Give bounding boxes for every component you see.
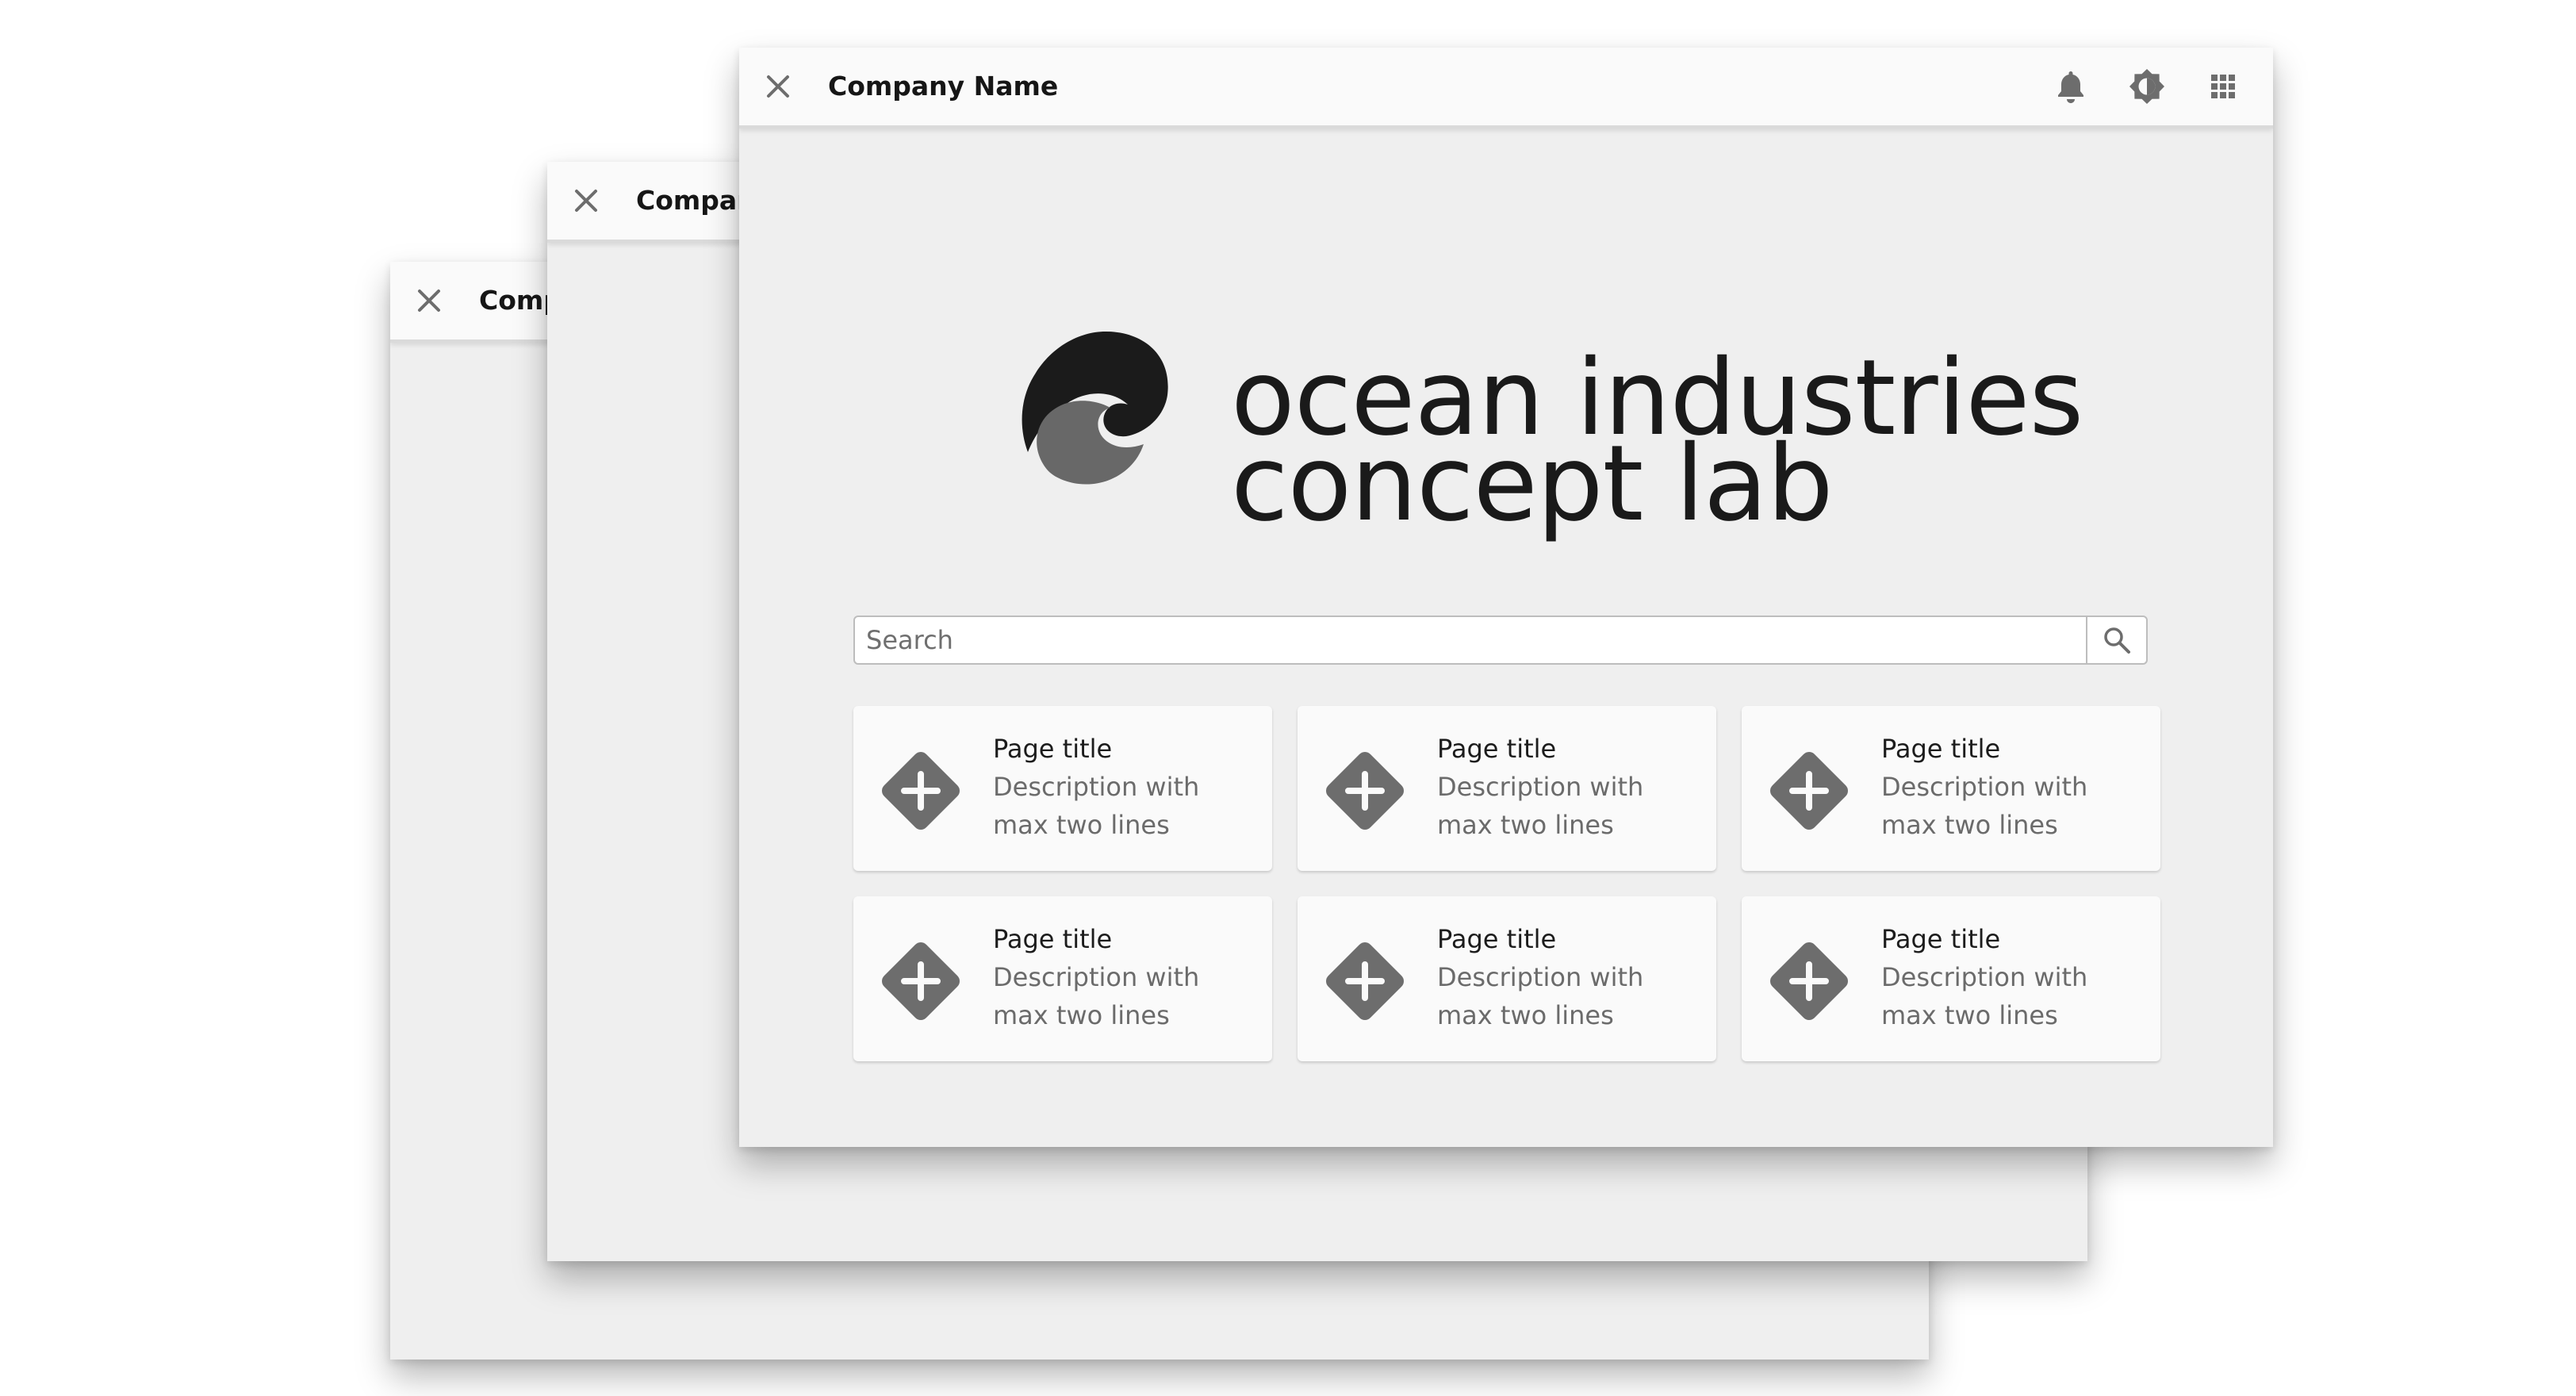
wave-logo-icon — [1017, 317, 1175, 492]
add-diamond-icon — [1323, 939, 1407, 1023]
close-button[interactable] — [411, 282, 447, 319]
brand-name: ocean industries concept lab — [1231, 346, 2083, 536]
add-diamond-icon — [1323, 749, 1407, 833]
add-diamond-icon — [879, 939, 963, 1023]
close-icon — [418, 290, 440, 312]
close-button[interactable] — [568, 182, 604, 219]
titlebar: Company Name — [739, 48, 2273, 128]
tile-description: Description with max two lines — [993, 772, 1200, 840]
apps-grid-icon — [2211, 75, 2235, 98]
apps-menu-button[interactable] — [2203, 67, 2243, 106]
notifications-button[interactable] — [2051, 67, 2091, 106]
tile-title: Page title — [993, 734, 1113, 764]
add-diamond-icon — [1767, 939, 1851, 1023]
tile-title: Page title — [1881, 924, 2001, 954]
search-icon — [2104, 627, 2130, 654]
page-tile[interactable]: Page title Description with max two line… — [853, 706, 1272, 871]
close-button[interactable] — [760, 68, 796, 105]
window-title: Compan — [636, 185, 756, 216]
page-tile[interactable]: Page title Description with max two line… — [1742, 896, 2160, 1061]
tile-title: Page title — [1881, 734, 2001, 764]
search-button[interactable] — [2086, 617, 2146, 663]
tile-title: Page title — [1437, 734, 1557, 764]
brightness-icon — [2129, 69, 2164, 104]
desktop-stage: Comp Compan Company Name ocean industrie… — [0, 0, 2576, 1396]
search-bar — [853, 616, 2148, 665]
bell-icon — [2058, 71, 2083, 103]
add-diamond-icon — [879, 749, 963, 833]
close-icon — [767, 75, 789, 98]
tile-title: Page title — [993, 924, 1113, 954]
tile-description: Description with max two lines — [1881, 962, 2088, 1030]
page-tile[interactable]: Page title Description with max two line… — [1298, 706, 1716, 871]
main-window: Company Name ocean industries concept la… — [739, 48, 2273, 1147]
tile-description: Description with max two lines — [1881, 772, 2088, 840]
page-tile[interactable]: Page title Description with max two line… — [853, 896, 1272, 1061]
search-input[interactable] — [855, 617, 2089, 663]
tile-description: Description with max two lines — [1437, 772, 1644, 840]
close-icon — [575, 190, 597, 212]
add-diamond-icon — [1767, 749, 1851, 833]
page-tile[interactable]: Page title Description with max two line… — [1742, 706, 2160, 871]
page-tile[interactable]: Page title Description with max two line… — [1298, 896, 1716, 1061]
brightness-button[interactable] — [2127, 67, 2167, 106]
tile-title: Page title — [1437, 924, 1557, 954]
brand-header: ocean industries concept lab — [1017, 317, 2083, 555]
window-title: Company Name — [828, 71, 1059, 102]
tile-description: Description with max two lines — [993, 962, 1200, 1030]
tile-description: Description with max two lines — [1437, 962, 1644, 1030]
